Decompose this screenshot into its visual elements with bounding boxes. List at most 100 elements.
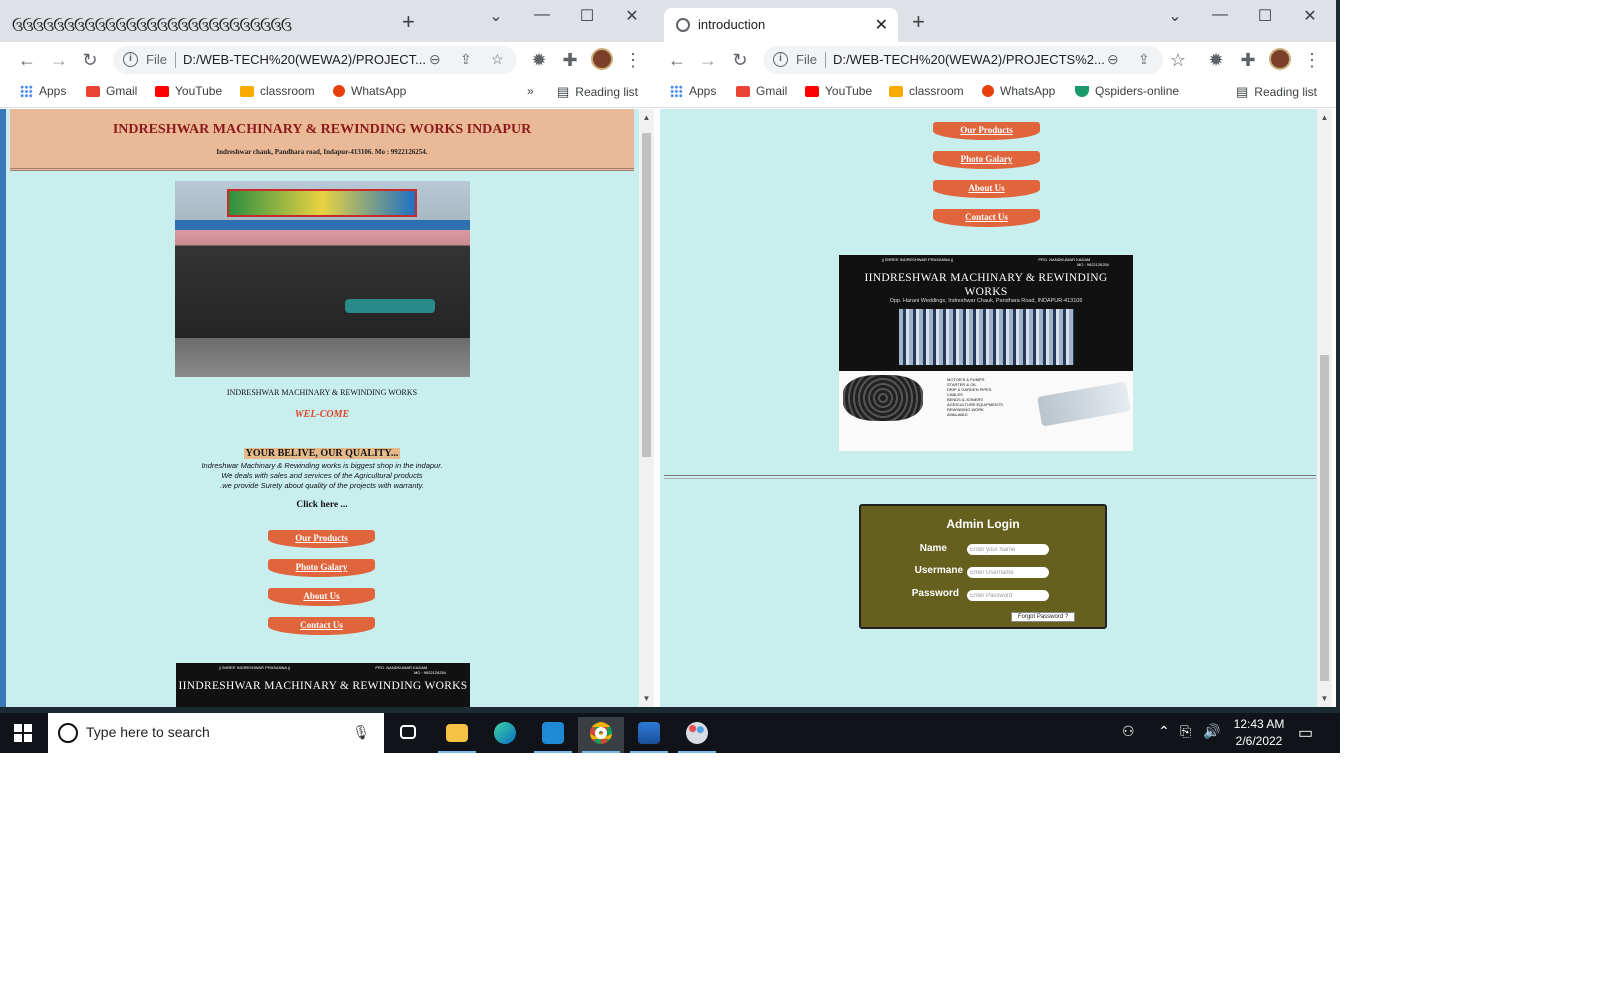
- maximize-button[interactable]: ☐: [1250, 6, 1280, 26]
- bookmark-star-icon[interactable]: ☆: [1167, 50, 1189, 70]
- scroll-up-icon[interactable]: ▲: [1317, 113, 1332, 122]
- network-icon[interactable]: ⎘: [1180, 723, 1191, 740]
- address-bar[interactable]: i File D:/WEB-TECH%20(WEWA2)/PROJECT... …: [113, 46, 517, 74]
- bookmark-label: Apps: [39, 84, 67, 98]
- site-info-icon[interactable]: i: [123, 52, 138, 67]
- admin-login-form: Admin Login Name Usermane Password Forgo…: [859, 504, 1107, 629]
- reload-icon[interactable]: ↻: [729, 50, 751, 70]
- minimize-button[interactable]: —: [1205, 6, 1235, 24]
- bookmark-whatsapp[interactable]: WhatsApp: [982, 84, 1055, 98]
- menu-kebab-icon[interactable]: ⋮: [1301, 50, 1323, 70]
- extension-bug-icon[interactable]: ✹: [528, 50, 550, 70]
- clock-date: 2/6/2022: [1235, 734, 1283, 748]
- file-explorer-icon[interactable]: [434, 717, 480, 753]
- shop-photo: [175, 181, 470, 377]
- back-icon[interactable]: ←: [666, 50, 688, 70]
- chrome-icon[interactable]: [578, 717, 624, 753]
- people-icon[interactable]: ⚇: [1122, 723, 1135, 740]
- address-separator: [175, 52, 176, 68]
- zoom-icon[interactable]: ⊖: [429, 51, 441, 68]
- bookmarks-bar: Apps Gmail YouTube classroom WhatsApp Qs…: [656, 78, 1336, 108]
- new-tab-button[interactable]: +: [912, 11, 925, 33]
- password-input[interactable]: [967, 590, 1049, 601]
- our-products-button[interactable]: Our Products: [268, 530, 375, 548]
- microphone-icon[interactable]: 🎙: [352, 724, 370, 741]
- profile-avatar[interactable]: [1269, 48, 1291, 70]
- scroll-up-icon[interactable]: ▲: [639, 113, 654, 122]
- contact-us-button[interactable]: Contact Us: [933, 209, 1040, 227]
- about-us-button[interactable]: About Us: [268, 588, 375, 606]
- apps-grid-icon: [20, 84, 33, 98]
- right-page-scrollbar[interactable]: ▲ ▼: [1317, 109, 1332, 707]
- bookmark-youtube[interactable]: YouTube: [155, 84, 222, 98]
- menu-kebab-icon[interactable]: ⋮: [622, 50, 644, 70]
- tab-strip[interactable]: ઉઉઉઉઉઉઉઉઉઉઉઉઉઉઉઉઉઉઉઉઉઉઉઉઉઉઉ: [12, 10, 367, 42]
- forgot-password-button[interactable]: Forgot Password ?: [1011, 612, 1075, 622]
- share-icon[interactable]: ⇪: [460, 51, 472, 68]
- site-info-icon[interactable]: i: [773, 52, 788, 67]
- photo-galary-button[interactable]: Photo Galary: [933, 151, 1040, 169]
- new-tab-button[interactable]: +: [402, 11, 415, 33]
- close-window-button[interactable]: ✕: [617, 6, 647, 26]
- show-hidden-icons-chevron-icon[interactable]: ⌃: [1158, 723, 1170, 740]
- bookmark-classroom[interactable]: classroom: [240, 84, 315, 98]
- photo-galary-button[interactable]: Photo Galary: [268, 559, 375, 577]
- bookmark-gmail[interactable]: Gmail: [86, 84, 137, 98]
- forward-icon[interactable]: →: [697, 50, 719, 70]
- scroll-thumb[interactable]: [1320, 355, 1329, 681]
- minimize-button[interactable]: —: [527, 6, 557, 24]
- task-view-icon[interactable]: [385, 717, 431, 753]
- photos-icon[interactable]: [626, 717, 672, 753]
- paint-icon[interactable]: [674, 717, 720, 753]
- scroll-down-icon[interactable]: ▼: [639, 694, 654, 703]
- apps-grid-icon: [670, 84, 683, 98]
- site-title: INDRESHWAR MACHINARY & REWINDING WORKS I…: [112, 122, 532, 137]
- tab-search-button[interactable]: ⌄: [1160, 6, 1190, 26]
- address-scheme: File: [796, 52, 817, 67]
- scroll-thumb[interactable]: [642, 133, 651, 457]
- extension-bug-icon[interactable]: ✹: [1205, 50, 1227, 70]
- volume-icon[interactable]: 🔊: [1203, 723, 1220, 740]
- tab-introduction[interactable]: introduction ✕: [664, 8, 898, 42]
- close-window-button[interactable]: ✕: [1295, 6, 1325, 26]
- taskbar-search-box[interactable]: Type here to search 🎙: [48, 713, 384, 753]
- close-tab-icon[interactable]: ✕: [875, 15, 888, 35]
- scroll-down-icon[interactable]: ▼: [1317, 694, 1332, 703]
- reading-list-button[interactable]: ▤ Reading list: [1236, 84, 1317, 100]
- bookmark-youtube[interactable]: YouTube: [805, 84, 872, 98]
- username-input[interactable]: [967, 567, 1049, 578]
- share-icon[interactable]: ⇪: [1138, 51, 1150, 68]
- bookmark-classroom[interactable]: classroom: [889, 84, 964, 98]
- bookmark-gmail[interactable]: Gmail: [736, 84, 787, 98]
- vscode-icon[interactable]: [530, 717, 576, 753]
- name-input[interactable]: [967, 544, 1049, 555]
- forward-icon[interactable]: →: [48, 50, 70, 70]
- address-url[interactable]: D:/WEB-TECH%20(WEWA2)/PROJECT...: [183, 52, 426, 67]
- more-bookmarks-button[interactable]: »: [527, 84, 534, 98]
- profile-avatar[interactable]: [591, 48, 613, 70]
- back-icon[interactable]: ←: [16, 50, 38, 70]
- left-page-scrollbar[interactable]: ▲ ▼: [639, 109, 654, 707]
- address-bar[interactable]: i File D:/WEB-TECH%20(WEWA2)/PROJECTS%2.…: [763, 46, 1163, 74]
- edge-icon[interactable]: [482, 717, 528, 753]
- bookmark-apps[interactable]: Apps: [670, 84, 716, 98]
- windows-start-icon[interactable]: [14, 724, 32, 742]
- bookmark-whatsapp[interactable]: WhatsApp: [333, 84, 406, 98]
- extensions-puzzle-icon[interactable]: ✚: [559, 50, 581, 70]
- contact-us-button[interactable]: Contact Us: [268, 617, 375, 635]
- notifications-icon[interactable]: ▭: [1298, 723, 1313, 743]
- bookmark-star-icon[interactable]: ☆: [491, 51, 504, 68]
- maximize-button[interactable]: ☐: [572, 6, 602, 26]
- extensions-puzzle-icon[interactable]: ✚: [1237, 50, 1259, 70]
- zoom-icon[interactable]: ⊖: [1107, 51, 1119, 68]
- our-products-button[interactable]: Our Products: [933, 122, 1040, 140]
- reload-icon[interactable]: ↻: [79, 50, 101, 70]
- about-us-button[interactable]: About Us: [933, 180, 1040, 198]
- bookmark-qspiders[interactable]: Qspiders-online: [1075, 84, 1179, 98]
- bookmark-label: WhatsApp: [351, 84, 407, 98]
- tab-search-button[interactable]: ⌄: [481, 6, 511, 26]
- address-url[interactable]: D:/WEB-TECH%20(WEWA2)/PROJECTS%2...: [833, 52, 1105, 67]
- reading-list-button[interactable]: ▤ Reading list: [557, 84, 638, 100]
- system-clock[interactable]: 12:43 AM 2/6/2022: [1222, 716, 1296, 750]
- bookmark-apps[interactable]: Apps: [20, 84, 66, 98]
